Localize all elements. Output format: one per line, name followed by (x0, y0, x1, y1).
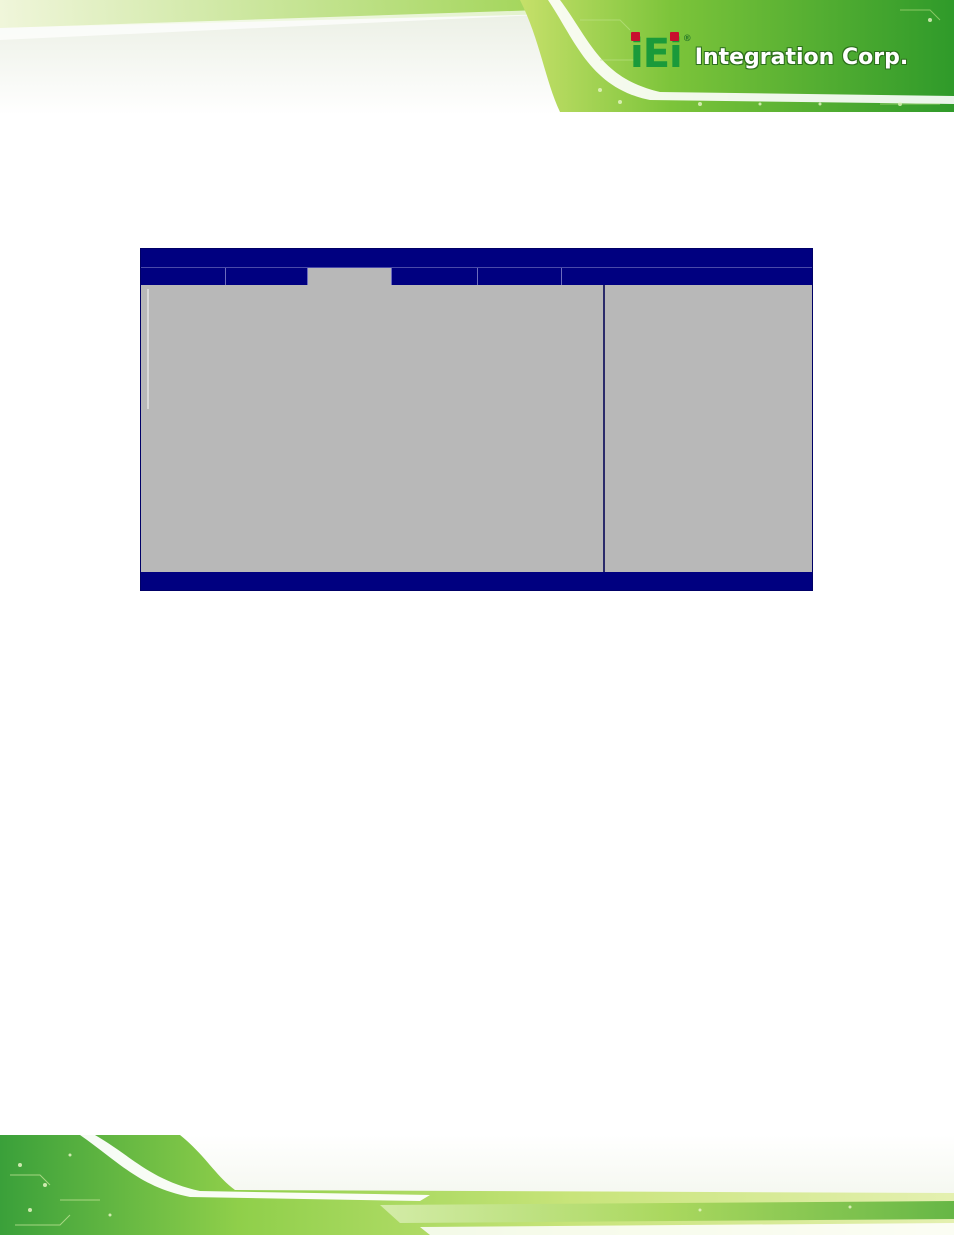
bios-title-bar (141, 249, 812, 267)
bios-screen (140, 248, 813, 591)
brand-mark: i E i (630, 31, 683, 77)
brand-mark-letter: E (642, 31, 670, 77)
logo-red-dot (631, 32, 640, 41)
bios-tab[interactable] (226, 268, 308, 285)
brand-mark-letter: i (630, 31, 644, 77)
footer-banner-art (0, 1135, 954, 1235)
brand-company-name: Integration Corp. (694, 45, 909, 70)
brand-mark-letter: i (669, 31, 683, 77)
registered-mark: ® (682, 34, 692, 44)
footer-banner (0, 1135, 954, 1235)
bios-tab-bar (141, 267, 812, 286)
bios-help-panel (605, 285, 812, 572)
bios-main-panel (141, 285, 603, 572)
brand-logo: i E i ® Integration Corp. (630, 26, 908, 74)
bios-tab[interactable] (392, 268, 478, 285)
bios-tab-active[interactable] (308, 268, 392, 286)
bios-menu-indent-line (147, 289, 149, 409)
bios-status-bar (141, 572, 812, 590)
bios-tab[interactable] (141, 268, 226, 285)
bios-tab[interactable] (478, 268, 562, 285)
header-banner: i E i ® Integration Corp. (0, 0, 954, 115)
logo-red-dot (670, 32, 680, 41)
